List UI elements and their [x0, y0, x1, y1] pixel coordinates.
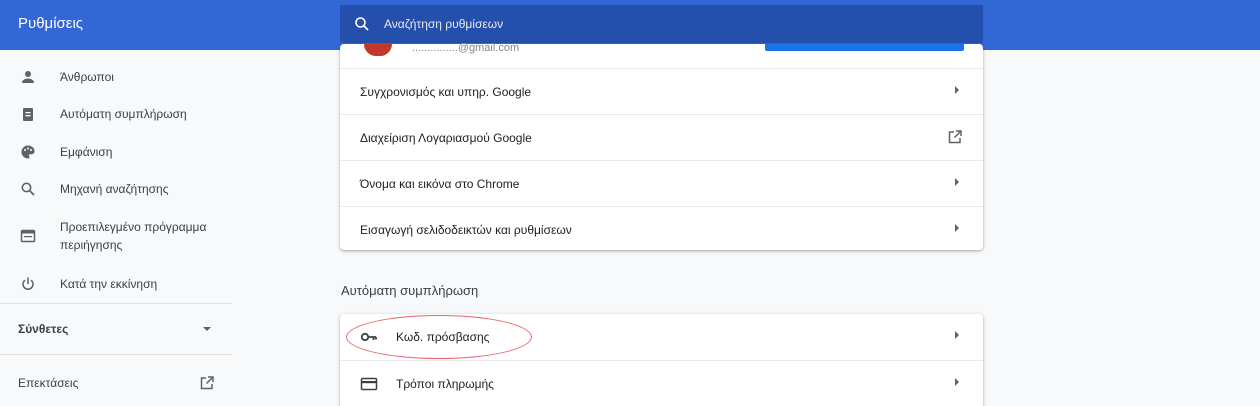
row-label: Συγχρονισμός και υπηρ. Google: [360, 85, 532, 99]
sidebar-divider: [0, 303, 232, 304]
chevron-down-icon: [203, 327, 211, 331]
sidebar-item-appearance[interactable]: Εμφάνιση: [0, 143, 232, 161]
arrow-right-icon: [955, 224, 959, 232]
row-manage-google-account[interactable]: Διαχείριση Λογαριασμού Google: [340, 114, 983, 160]
row-label: Κωδ. πρόσβασης: [396, 330, 490, 344]
search-icon: [21, 182, 35, 196]
person-icon: [22, 71, 34, 83]
sidebar: Άνθρωποι Αυτόματη συμπλήρωση Εμφάνιση Μη…: [0, 50, 232, 406]
sidebar-item-label: Μηχανή αναζήτησης: [60, 182, 169, 196]
credit-card-icon: [360, 377, 378, 391]
section-title-autofill: Αυτόματη συμπλήρωση: [341, 283, 479, 298]
external-link-icon: [200, 376, 214, 390]
search-input[interactable]: Αναζήτηση ρυθμίσεων: [340, 5, 983, 43]
row-label: Όνομα και εικόνα στο Chrome: [360, 177, 520, 191]
row-label: Τρόποι πληρωμής: [396, 377, 494, 391]
arrow-right-icon: [955, 331, 959, 339]
account-email: ...............@gmail.com: [412, 42, 520, 54]
sidebar-item-label: Κατά την εκκίνηση: [60, 277, 158, 291]
row-import-bookmarks[interactable]: Εισαγωγή σελιδοδεικτών και ρυθμίσεων: [340, 206, 983, 250]
sidebar-item-label: Αυτόματη συμπλήρωση: [60, 107, 187, 121]
arrow-right-icon: [955, 378, 959, 386]
clipboard-icon: [23, 108, 33, 121]
sidebar-item-label: Εμφάνιση: [60, 145, 113, 159]
search-icon: [355, 17, 369, 31]
row-label: Εισαγωγή σελιδοδεικτών και ρυθμίσεων: [360, 223, 572, 237]
row-sync-google-services[interactable]: Συγχρονισμός και υπηρ. Google: [340, 68, 983, 114]
key-icon: [360, 332, 377, 342]
row-label: Διαχείριση Λογαριασμού Google: [360, 131, 532, 145]
row-passwords[interactable]: Κωδ. πρόσβασης: [340, 314, 983, 360]
row-chrome-name-picture[interactable]: Όνομα και εικόνα στο Chrome: [340, 160, 983, 206]
top-app-bar: Ρυθμίσεις Αναζήτηση ρυθμίσεων: [0, 0, 1260, 50]
sidebar-item-advanced[interactable]: Σύνθετες: [0, 320, 232, 338]
sidebar-item-label: Επεκτάσεις: [18, 376, 79, 390]
sidebar-item-autofill[interactable]: Αυτόματη συμπλήρωση: [0, 105, 232, 123]
autofill-card: Κωδ. πρόσβασης Τρόποι πληρωμής: [340, 314, 983, 406]
sidebar-item-people[interactable]: Άνθρωποι: [0, 68, 232, 86]
sign-out-button[interactable]: [765, 44, 964, 51]
sidebar-item-label: Σύνθετες: [18, 322, 69, 336]
people-card: ...............@gmail.com Συγχρονισμός κ…: [340, 42, 983, 250]
external-link-icon: [948, 130, 962, 144]
power-icon: [22, 277, 34, 290]
search-placeholder: Αναζήτηση ρυθμίσεων: [384, 17, 504, 31]
sidebar-divider: [0, 354, 232, 355]
sidebar-item-default-browser[interactable]: Προεπιλεγμένο πρόγραμμα περιήγησης: [0, 218, 232, 254]
arrow-right-icon: [955, 86, 959, 94]
avatar: [364, 44, 392, 56]
palette-icon: [21, 145, 35, 159]
row-payment-methods[interactable]: Τρόποι πληρωμής: [340, 360, 983, 406]
arrow-right-icon: [955, 178, 959, 186]
sidebar-item-search-engine[interactable]: Μηχανή αναζήτησης: [0, 180, 232, 198]
page-title: Ρυθμίσεις: [18, 15, 84, 32]
sidebar-item-on-startup[interactable]: Κατά την εκκίνηση: [0, 275, 232, 293]
sidebar-item-extensions[interactable]: Επεκτάσεις: [0, 374, 232, 392]
browser-icon: [20, 229, 36, 243]
sidebar-item-label: Άνθρωποι: [60, 70, 114, 84]
sidebar-item-label: Προεπιλεγμένο πρόγραμμα περιήγησης: [60, 220, 207, 252]
